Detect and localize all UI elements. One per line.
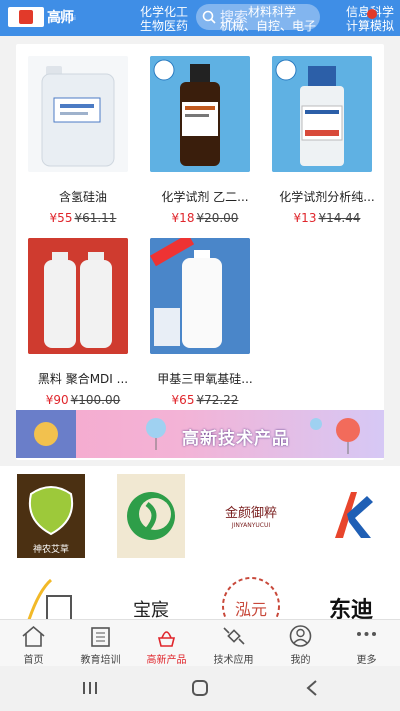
brand-hongyuan-logo[interactable]: 泓元 — [217, 572, 285, 619]
category-chem-bio[interactable]: 化学化工 生物医药 — [140, 5, 188, 33]
product-card[interactable]: 黑料 聚合MDI ... ¥90 ¥100.00 — [24, 232, 142, 407]
nav-more[interactable]: 更多 — [333, 620, 400, 667]
notification-dot-icon — [367, 9, 377, 19]
product-name: 化学试剂 乙二... — [161, 190, 249, 204]
brand-dongdi-logo[interactable]: 东迪 — [317, 572, 385, 619]
nav-education[interactable]: 教育培训 — [67, 620, 134, 667]
product-price: ¥18 ¥20.00 — [146, 211, 264, 225]
brand-k-logo[interactable] — [317, 474, 385, 558]
category-mech-label: 机械、自控、电子 — [220, 19, 317, 33]
back-icon[interactable] — [292, 676, 332, 700]
user-icon — [289, 625, 312, 647]
nav-label: 高新产品 — [146, 655, 187, 666]
brand-name: 宝宸 — [133, 600, 169, 619]
brand-baochen-logo[interactable]: 宝宸 — [117, 572, 185, 619]
category-material-mech[interactable]: 材料科学 机械、自控、电子 — [220, 5, 316, 33]
brand-name: 东迪 — [328, 598, 373, 619]
brand-name: 泓元 — [234, 600, 267, 619]
price-original: ¥100.00 — [70, 393, 121, 407]
banner-title: 高新技术产品 — [182, 429, 290, 449]
nav-label: 首页 — [23, 655, 44, 666]
price-current: ¥13 — [293, 211, 317, 225]
product-price: ¥55 ¥61.11 — [24, 211, 142, 225]
price-current: ¥18 — [171, 211, 195, 225]
price-current: ¥55 — [49, 211, 73, 225]
price-original: ¥61.11 — [74, 211, 117, 225]
brand-jinyan-logo[interactable]: 金颜御粹 JINYANYUCUI — [217, 474, 285, 558]
product-image — [272, 56, 372, 172]
price-original: ¥20.00 — [196, 211, 239, 225]
price-original: ¥14.44 — [318, 211, 361, 225]
product-name: 化学试剂分析纯... — [279, 190, 375, 204]
nav-profile[interactable]: 我的 — [267, 620, 334, 667]
nav-label: 技术应用 — [213, 655, 254, 666]
nav-hightech-products[interactable]: 高新产品 — [133, 620, 200, 667]
product-image — [28, 56, 128, 172]
nav-label: 更多 — [356, 655, 377, 666]
nav-label: 我的 — [290, 655, 311, 666]
price-current: ¥90 — [45, 393, 69, 407]
app-header: 高师 gaoshi 化学化工 生物医药 搜索 材料科学 机械、自控、电子 信息科… — [0, 0, 400, 36]
hightech-banner[interactable]: 高新技术产品 — [16, 410, 384, 458]
product-icon — [157, 631, 176, 647]
product-price: ¥13 ¥14.44 — [268, 211, 386, 225]
brand-logo-grid: 神农艾草 金颜御粹 JINYANYUCUI 宝宸 泓元 东迪 — [0, 466, 400, 619]
home-icon — [22, 625, 45, 647]
category-bio-label: 生物医药 — [140, 19, 189, 33]
nav-home[interactable]: 首页 — [0, 620, 67, 667]
product-card[interactable]: 化学试剂 乙二... ¥18 ¥20.00 — [146, 50, 264, 225]
brand-shennong-logo[interactable]: 神农艾草 — [17, 474, 85, 558]
product-card[interactable]: 含氢硅油 ¥55 ¥61.11 — [24, 50, 142, 225]
price-original: ¥72.22 — [196, 393, 239, 407]
brand-name: 金颜御粹 — [224, 506, 277, 521]
product-name: 黑料 聚合MDI ... — [37, 372, 129, 386]
building-icon — [91, 627, 110, 647]
more-icon — [357, 632, 376, 636]
product-card[interactable]: 化学试剂分析纯... ¥13 ¥14.44 — [268, 50, 386, 225]
brand-green-logo[interactable] — [117, 474, 185, 558]
search-icon — [202, 10, 216, 24]
nav-label: 教育培训 — [80, 655, 121, 666]
nav-tech-application[interactable]: 技术应用 — [200, 620, 267, 667]
product-image — [150, 56, 250, 172]
product-image — [150, 238, 250, 354]
price-current: ¥65 — [171, 393, 195, 407]
product-price: ¥90 ¥100.00 — [24, 393, 142, 407]
home-button-icon[interactable] — [180, 676, 220, 700]
logo-subtext: gaoshi — [56, 15, 76, 22]
category-material-label: 材料科学 — [248, 5, 297, 19]
product-name: 甲基三甲氧基硅... — [157, 372, 253, 386]
recent-apps-icon[interactable] — [70, 676, 110, 700]
satellite-icon — [223, 627, 245, 645]
product-grid: 含氢硅油 ¥55 ¥61.11 化学试剂 乙二... ¥18 ¥20.00 化学… — [16, 44, 384, 460]
product-price: ¥65 ¥72.22 — [146, 393, 264, 407]
logo-mark — [8, 7, 44, 27]
bottom-nav: 首页 教育培训 高新产品 技术应用 我的 更多 — [0, 619, 400, 666]
system-nav-bar — [0, 666, 400, 711]
category-chem-label: 化学化工 — [140, 5, 189, 19]
category-compute-label: 计算模拟 — [346, 19, 395, 33]
product-name: 含氢硅油 — [58, 190, 107, 204]
brand-name-latin: JINYANYUCUI — [231, 522, 271, 529]
product-image — [28, 238, 128, 354]
product-card[interactable]: 甲基三甲氧基硅... ¥65 ¥72.22 — [146, 232, 264, 407]
brand-yellow-logo[interactable] — [17, 572, 85, 619]
brand-name: 神农艾草 — [32, 545, 69, 555]
